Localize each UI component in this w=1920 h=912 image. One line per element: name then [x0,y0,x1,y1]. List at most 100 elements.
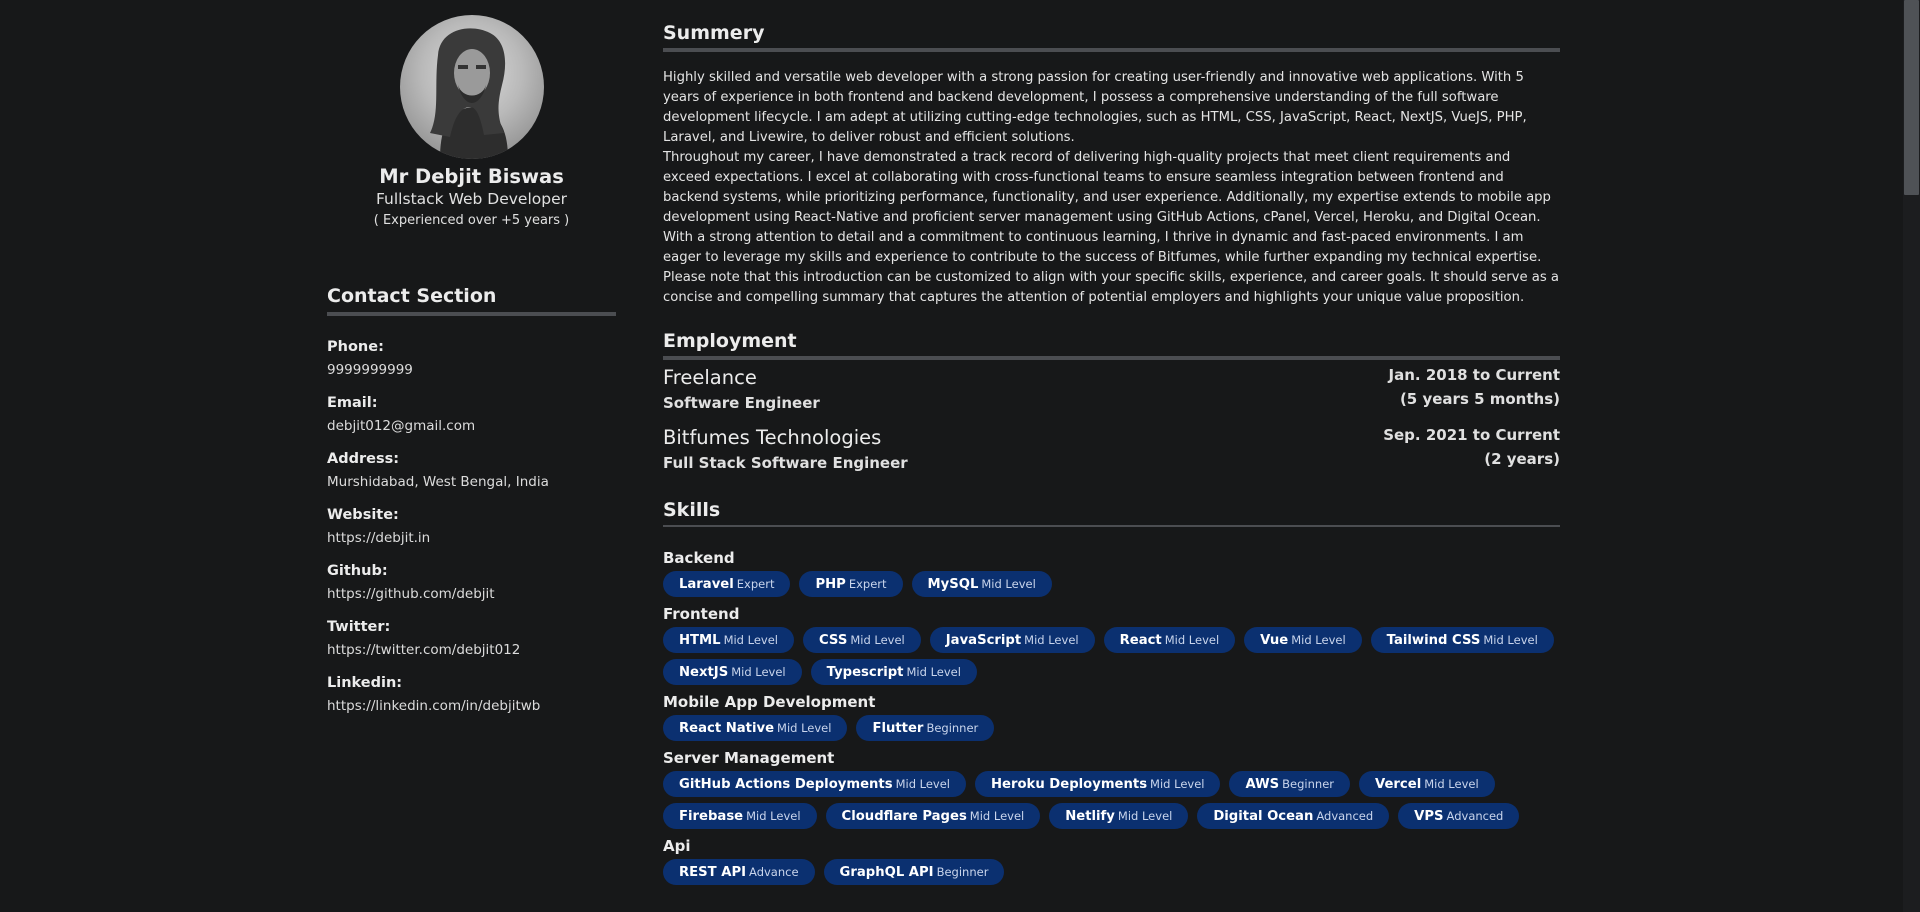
skill-chips: GitHub Actions Deployments Mid Level Herok… [663,771,1560,829]
skill-chip: CSS Mid Level [803,627,921,653]
contact-label: Twitter: [327,619,391,635]
contact-twitter-link[interactable]: https://twitter.com/debjit012 [327,637,616,663]
skill-group: Server Management GitHub Actions Deployme… [663,745,1560,829]
skill-name: CSS [819,633,848,648]
skill-name: Flutter [872,721,924,736]
job-title: Full Stack Software Engineer [663,454,908,472]
skill-level: Mid Level [850,633,905,647]
contact-twitter: Twitter: https://twitter.com/debjit012 [327,617,616,673]
skill-chip: NextJS Mid Level [663,659,802,685]
summary-title: Summery [663,22,1560,52]
skill-level: Beginner [936,865,989,879]
skill-group: Mobile App Development React Native Mid Le… [663,689,1560,741]
skill-level: Mid Level [906,665,961,679]
skill-level: Expert [848,577,887,591]
contact-address: Address: Murshidabad, West Bengal, India [327,449,616,505]
skill-name: Laravel [679,577,734,592]
skill-chip: React Mid Level [1103,627,1236,653]
skill-group-name: Backend [663,549,735,567]
skill-name: React [1119,633,1162,648]
skills-title: Skills [663,499,1560,527]
skill-chips: HTML Mid Level CSS Mid Level JavaScript Mid L… [663,627,1560,685]
skill-chip: PHP Expert [799,571,903,597]
skill-level: Mid Level [1483,633,1538,647]
job-company: Freelance [663,366,757,389]
skill-chips: React Native Mid Level Flutter Beginner [663,715,1560,741]
skill-name: Cloudflare Pages [841,809,967,824]
skill-level: Mid Level [1024,633,1079,647]
skill-name: REST API [679,865,747,880]
contact-linkedin: Linkedin: https://linkedin.com/in/debjit… [327,673,616,729]
skill-level: Mid Level [723,633,778,647]
skill-chip: MySQL Mid Level [911,571,1052,597]
contact-section-title: Contact Section [327,285,616,316]
job-period: Sep. 2021 to Current [1383,426,1560,444]
employment-title: Employment [663,330,1560,360]
skill-chip: GitHub Actions Deployments Mid Level [663,771,967,797]
skill-name: PHP [815,577,846,592]
contact-website: Website: https://debjit.in [327,505,616,561]
skill-chip: React Native Mid Level [663,715,848,741]
skill-name: VPS [1414,809,1444,824]
skill-name: Tailwind CSS [1386,633,1481,648]
skill-name: NextJS [679,665,729,680]
contact-label: Github: [327,563,388,579]
skill-name: GitHub Actions Deployments [679,777,893,792]
contact-label: Linkedin: [327,675,403,691]
contact-email: Email: debjit012@gmail.com [327,393,616,449]
skill-chip: Cloudflare Pages Mid Level [825,803,1041,829]
skill-chip: Tailwind CSS Mid Level [1370,627,1554,653]
avatar [400,15,544,159]
contact-linkedin-link[interactable]: https://linkedin.com/in/debjitwb [327,693,616,719]
skill-chip: Firebase Mid Level [663,803,817,829]
skill-chips: REST API Advance GraphQL API Beginner [663,859,1560,885]
skill-chips: Laravel Expert PHP Expert MySQL Mid Level [663,571,1560,597]
summary-paragraph: With a strong attention to detail and a … [663,230,1542,265]
skill-level: Beginner [1282,777,1334,791]
skill-chip: HTML Mid Level [663,627,794,653]
skill-level: Beginner [926,721,979,735]
contact-github-link[interactable]: https://github.com/debjit [327,581,616,607]
summary-text: Highly skilled and versatile web develop… [663,68,1560,308]
skill-chip: Vercel Mid Level [1359,771,1495,797]
skill-level: Expert [736,577,775,591]
skill-chip: REST API Advance [663,859,815,885]
skill-chip: GraphQL API Beginner [823,859,1005,885]
skill-chip: Flutter Beginner [856,715,995,741]
scrollbar-thumb[interactable] [1904,0,1919,195]
skill-name: Digital Ocean [1213,809,1314,824]
job-period: Jan. 2018 to Current [1388,366,1560,384]
skill-level: Mid Level [1150,777,1205,791]
contact-phone: Phone: 9999999999 [327,337,616,393]
scrollbar[interactable] [1903,0,1920,912]
skill-level: Advanced [1316,809,1374,823]
summary-paragraph: Throughout my career, I have demonstrate… [663,150,1551,225]
skill-group: Frontend HTML Mid Level CSS Mid Level JavaScr… [663,601,1560,685]
skill-level: Mid Level [1164,633,1220,647]
skill-level: Mid Level [777,721,832,735]
skill-chip: Vue Mid Level [1244,627,1362,653]
job-title: Software Engineer [663,394,820,412]
skill-level: Mid Level [731,665,786,679]
skill-name: HTML [679,633,721,648]
job-duration: (5 years 5 months) [1399,390,1560,408]
skill-level: Mid Level [981,577,1036,591]
summary-paragraph: Please note that this introduction can b… [663,270,1559,305]
contact-website-link[interactable]: https://debjit.in [327,525,616,551]
profile-experience: ( Experienced over +5 years ) [373,213,570,228]
skill-group: Api REST API Advance GraphQL API Beginner [663,833,1560,885]
contact-value[interactable]: debjit012@gmail.com [327,413,616,439]
skill-name: React Native [679,721,775,736]
skill-level: Advance [749,865,799,879]
job-entry: Bitfumes Technologies Full Stack Softwar… [663,426,1560,476]
contact-label: Email: [327,395,378,411]
skill-name: Netlify [1065,809,1115,824]
skill-name: Vercel [1375,777,1422,792]
skills-list: Backend Laravel Expert PHP Expert MySQL Mid Le… [663,545,1560,889]
contact-value: 9999999999 [327,362,413,378]
skill-group-name: Server Management [663,749,835,767]
skill-name: Firebase [679,809,744,824]
skill-name: MySQL [927,577,979,592]
skill-group-name: Frontend [663,605,740,623]
skill-chip: Heroku Deployments Mid Level [975,771,1221,797]
